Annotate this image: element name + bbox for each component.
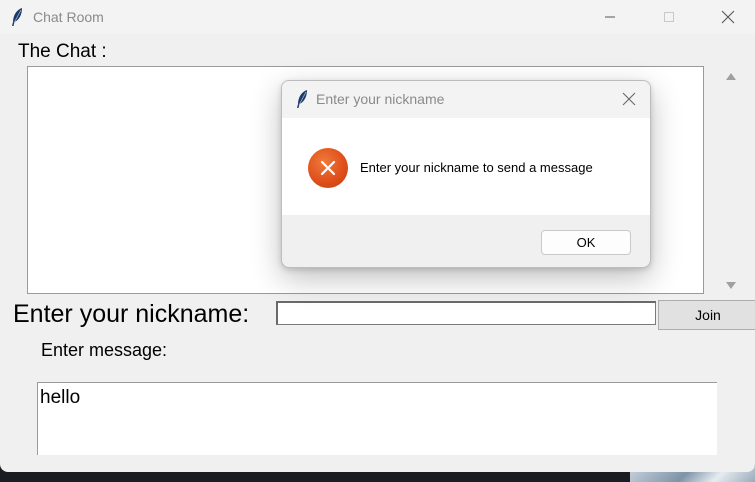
title-bar: Chat Room xyxy=(0,0,755,34)
maximize-button[interactable] xyxy=(646,0,692,34)
chat-scrollbar[interactable] xyxy=(721,66,740,294)
dialog-body: Enter your nickname to send a message xyxy=(282,118,650,215)
dialog-message: Enter your nickname to send a message xyxy=(360,160,593,175)
scroll-down-icon[interactable] xyxy=(726,282,736,289)
minimize-icon xyxy=(605,16,615,18)
nickname-input[interactable] xyxy=(276,301,656,325)
nickname-dialog: Enter your nickname Enter your nickname … xyxy=(281,80,651,268)
join-button[interactable]: Join xyxy=(658,300,755,330)
feather-icon xyxy=(12,8,22,26)
dialog-title: Enter your nickname xyxy=(316,91,445,107)
close-button[interactable] xyxy=(705,0,751,34)
chat-label: The Chat : xyxy=(18,41,107,62)
minimize-button[interactable] xyxy=(587,0,633,34)
error-icon xyxy=(308,148,348,188)
message-input[interactable]: hello xyxy=(37,382,717,455)
nickname-label: Enter your nickname: xyxy=(13,300,250,328)
message-label: Enter message: xyxy=(41,340,168,360)
close-icon[interactable] xyxy=(622,92,636,106)
scroll-up-icon[interactable] xyxy=(726,73,736,80)
ok-button[interactable]: OK xyxy=(541,230,631,255)
feather-icon xyxy=(297,90,307,108)
close-icon xyxy=(721,10,735,24)
maximize-icon xyxy=(664,12,674,22)
window-title: Chat Room xyxy=(33,9,104,25)
dialog-title-bar: Enter your nickname xyxy=(282,81,650,118)
